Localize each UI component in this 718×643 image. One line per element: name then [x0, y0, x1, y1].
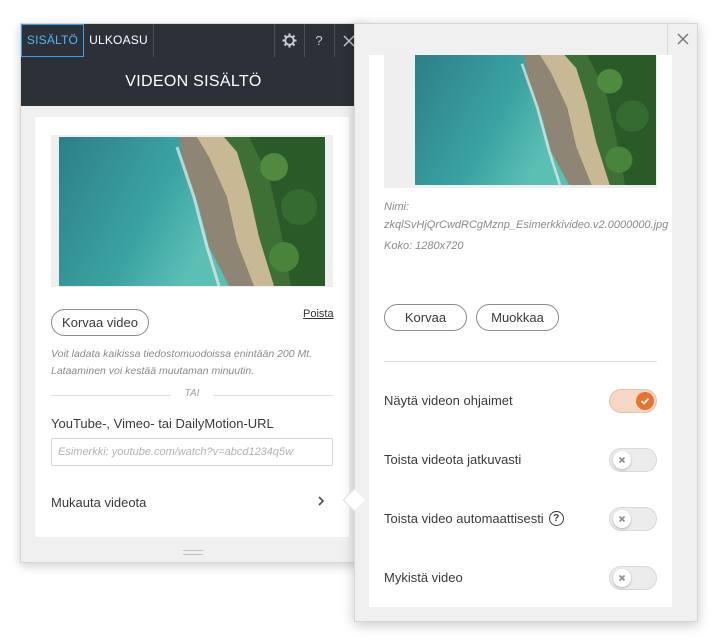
video-thumbnail[interactable]: [51, 135, 333, 287]
upload-help-text: Voit ladata kaikissa tiedostomuodoissa e…: [51, 348, 313, 377]
x-icon: [613, 451, 631, 469]
file-name-label: Nimi:: [384, 201, 410, 213]
gear-icon[interactable]: [274, 24, 304, 57]
close-icon[interactable]: [667, 24, 697, 54]
tab-content[interactable]: SISÄLTÖ: [21, 24, 84, 57]
show-controls-row: Näytä videon ohjaimet: [384, 389, 657, 413]
loop-video-toggle[interactable]: [609, 448, 657, 472]
panel-title: VIDEON SISÄLTÖ: [21, 57, 366, 106]
video-content-panel: SISÄLTÖ ULKOASU ? VIDEON SISÄLTÖ Korvaa …: [20, 23, 367, 563]
tab-layout[interactable]: ULKOASU: [84, 24, 154, 57]
url-field-label: YouTube-, Vimeo- tai DailyMotion-URL: [51, 416, 274, 431]
aerial-coast-image: [59, 137, 325, 286]
help-icon[interactable]: ?: [548, 511, 564, 526]
file-name: zkqlSvHjQrCwdRCgMznp_Esimerkkivideo.v2.0…: [384, 219, 669, 231]
show-controls-toggle[interactable]: [609, 389, 657, 413]
video-card: Korvaa video Poista Voit ladata kaikissa…: [35, 117, 349, 537]
help-button[interactable]: ?: [304, 24, 334, 57]
editor-stage: SISÄLTÖ ULKOASU ? VIDEON SISÄLTÖ Korvaa …: [0, 0, 718, 643]
video-settings-popover: Nimi: zkqlSvHjQrCwdRCgMznp_Esimerkkivide…: [342, 23, 698, 622]
replace-button[interactable]: Korvaa: [384, 304, 467, 331]
divider: [384, 361, 657, 362]
file-size: Koko: 1280x720: [384, 240, 464, 252]
autoplay-label: Toista video automaattisesti ?: [384, 511, 564, 526]
customize-video-label: Mukauta videota: [51, 495, 147, 510]
video-url-input[interactable]: [51, 438, 333, 466]
loop-video-row: Toista videota jatkuvasti: [384, 448, 657, 472]
loop-video-label: Toista videota jatkuvasti: [384, 452, 522, 467]
autoplay-toggle[interactable]: [609, 507, 657, 531]
mute-video-label: Mykistä video: [384, 570, 463, 585]
check-icon: [636, 392, 654, 410]
or-label: TAI: [184, 388, 200, 399]
mute-video-row: Mykistä video: [384, 566, 657, 590]
aerial-coast-image: [415, 55, 656, 185]
file-info: Nimi: zkqlSvHjQrCwdRCgMznp_Esimerkkivide…: [384, 198, 669, 255]
autoplay-row: Toista video automaattisesti ?: [384, 507, 657, 531]
chevron-right-icon: [317, 494, 325, 510]
show-controls-label: Näytä videon ohjaimet: [384, 393, 513, 408]
video-settings-card: Nimi: zkqlSvHjQrCwdRCgMznp_Esimerkkivide…: [369, 55, 672, 607]
x-icon: [613, 569, 631, 587]
edit-button[interactable]: Muokkaa: [476, 304, 559, 331]
video-preview-thumbnail: [384, 55, 657, 188]
panel-tabbar: SISÄLTÖ ULKOASU ?: [21, 24, 366, 57]
customize-video-link[interactable]: Mukauta videota: [51, 494, 325, 514]
mute-video-toggle[interactable]: [609, 566, 657, 590]
x-icon: [613, 510, 631, 528]
remove-link[interactable]: Poista: [303, 308, 334, 320]
resize-handle[interactable]: [183, 550, 203, 555]
or-divider: TAI: [51, 388, 333, 399]
replace-video-button[interactable]: Korvaa video: [51, 309, 149, 336]
